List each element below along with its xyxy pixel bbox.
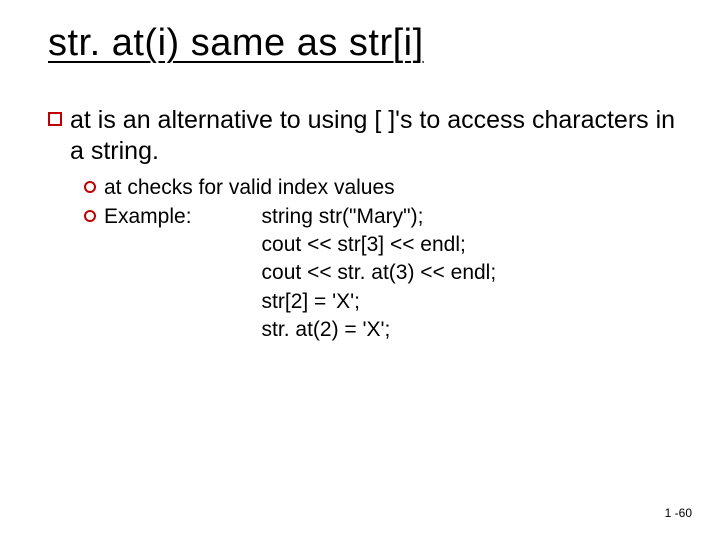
square-bullet-icon xyxy=(48,112,62,126)
sub-bullet-text-check: at checks for valid index values xyxy=(104,174,395,201)
sub-bullet-row-example: Example: string str("Mary"); cout << str… xyxy=(84,203,680,345)
code-line: str. at(2) = 'X'; xyxy=(262,316,497,344)
code-block: string str("Mary"); cout << str[3] << en… xyxy=(262,203,497,345)
sub-bullet-list: at checks for valid index values Example… xyxy=(84,174,680,345)
code-line: string str("Mary"); xyxy=(262,203,497,231)
circle-bullet-icon xyxy=(84,181,96,193)
circle-bullet-icon xyxy=(84,210,96,222)
example-label: Example: xyxy=(104,203,262,230)
main-bullet-row: at is an alternative to using [ ]'s to a… xyxy=(48,105,680,168)
code-line: cout << str. at(3) << endl; xyxy=(262,259,497,287)
slide-title: str. at(i) same as str[i] xyxy=(48,22,680,65)
code-line: str[2] = 'X'; xyxy=(262,288,497,316)
main-bullet-text: at is an alternative to using [ ]'s to a… xyxy=(70,105,680,168)
sub-bullet-row: at checks for valid index values xyxy=(84,174,680,201)
page-number: 1 -60 xyxy=(665,506,692,520)
code-line: cout << str[3] << endl; xyxy=(262,231,497,259)
